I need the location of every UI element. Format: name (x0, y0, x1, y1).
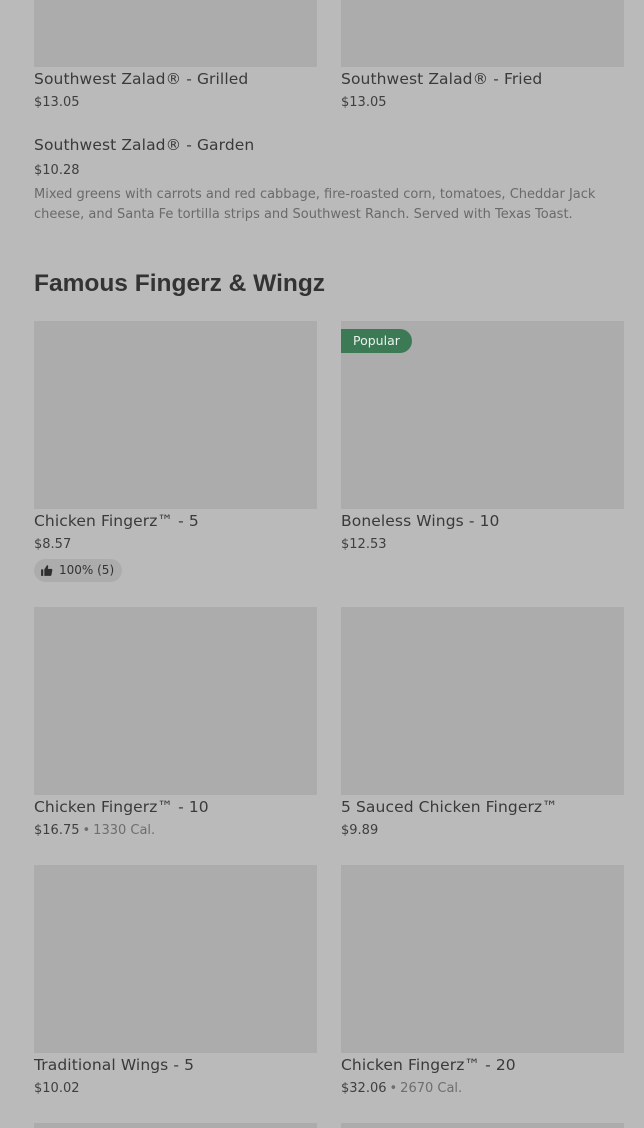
menu-item-name: Boneless Wings - 10 (341, 512, 500, 530)
menu-item-image[interactable] (34, 607, 317, 795)
menu-item-meta: $32.06 • 2670 Cal. (341, 1081, 462, 1096)
menu-item-name: Chicken Fingerz™ - 20 (341, 1056, 516, 1074)
menu-item-price: $13.05 (34, 95, 80, 110)
menu-item-image[interactable] (341, 865, 624, 1053)
menu-item-calories: 1330 Cal. (93, 823, 156, 838)
rating-text: 100% (5) (59, 563, 115, 577)
section-title: Famous Fingerz & Wingz (34, 270, 326, 297)
menu-item-price: $32.06 (341, 1081, 387, 1096)
popular-badge: Popular (341, 329, 412, 353)
menu-item-calories: 2670 Cal. (400, 1081, 463, 1096)
rating-badge: 100% (5) (34, 559, 123, 582)
menu-item-name: Southwest Zalad® - Garden (34, 136, 255, 154)
menu-item-price: $12.53 (341, 537, 387, 552)
menu-item-name: Chicken Fingerz™ - 5 (34, 512, 199, 530)
menu-item-name: Southwest Zalad® - Fried (341, 70, 543, 88)
menu-item-image[interactable] (34, 321, 317, 509)
menu-item-image[interactable] (34, 0, 317, 67)
meta-separator: • (389, 1081, 398, 1096)
menu-item-price: $10.28 (34, 163, 80, 178)
menu-item-image[interactable] (341, 1123, 624, 1128)
menu-item-meta: $16.75 • 1330 Cal. (34, 823, 155, 838)
meta-separator: • (82, 823, 91, 838)
menu-item-image[interactable] (34, 865, 317, 1053)
menu-item-price: $13.05 (341, 95, 387, 110)
menu-item-name: Southwest Zalad® - Grilled (34, 70, 249, 88)
menu-item-image[interactable] (34, 1123, 317, 1128)
menu-item-price: $16.75 (34, 823, 80, 838)
menu-item-image[interactable] (341, 607, 624, 795)
menu-item-name: Traditional Wings - 5 (34, 1056, 195, 1074)
menu-item-price: $9.89 (341, 823, 379, 838)
menu-item-price: $8.57 (34, 537, 72, 552)
thumbs-up-icon (41, 565, 53, 576)
menu-item-image[interactable] (341, 0, 624, 67)
menu-item-name: Chicken Fingerz™ - 10 (34, 798, 209, 816)
menu-item-price: $10.02 (34, 1081, 80, 1096)
menu-item-name: 5 Sauced Chicken Fingerz™ (341, 798, 558, 816)
menu-item-description: Mixed greens with carrots and red cabbag… (34, 187, 596, 222)
